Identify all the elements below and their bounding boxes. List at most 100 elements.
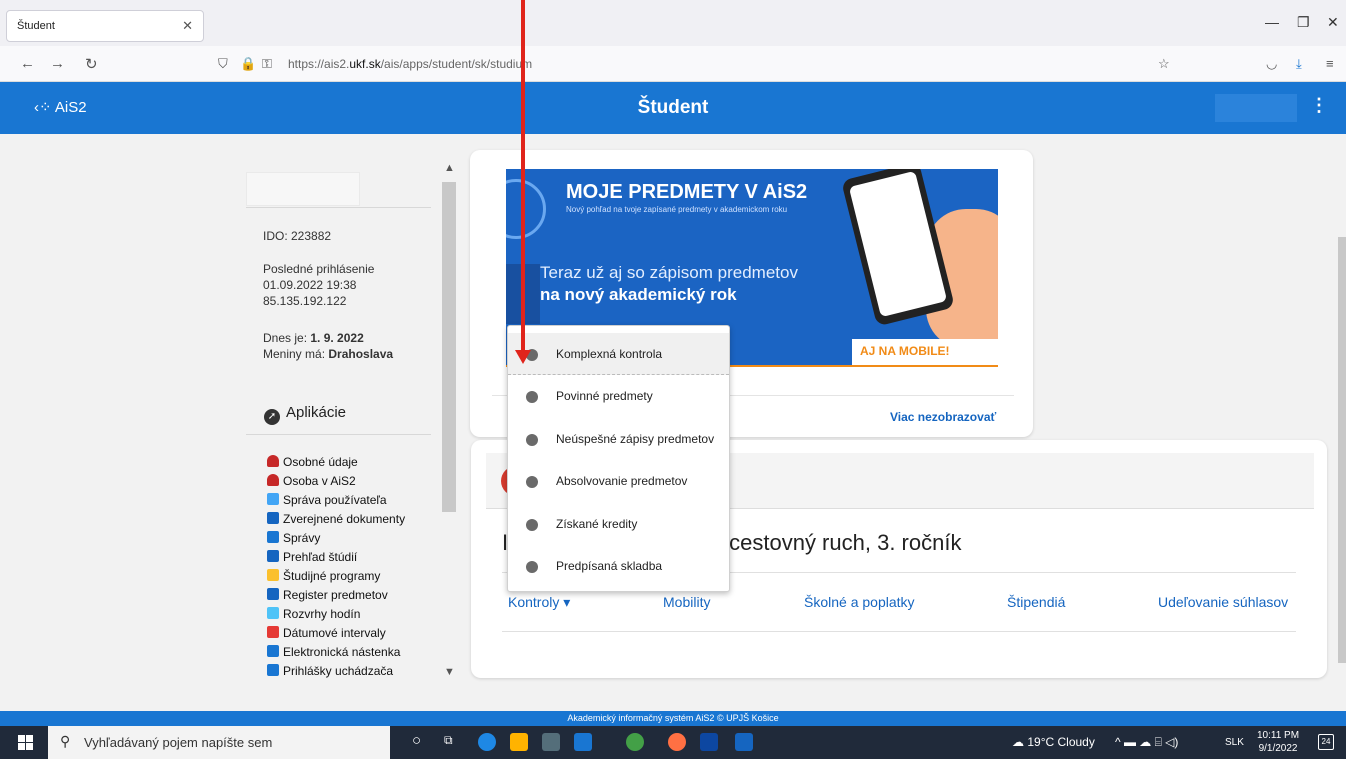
message-icon: [267, 531, 279, 543]
chrome-icon[interactable]: [626, 733, 644, 751]
today-label: Dnes je: 1. 9. 2022: [263, 331, 364, 345]
lock-icon[interactable]: 🔒: [240, 56, 256, 72]
menu-item-ziskane-kredity[interactable]: Získané kredity: [508, 503, 729, 545]
banner-line2: na nový akademický rok: [540, 285, 737, 304]
notification-center-icon[interactable]: 24: [1318, 734, 1334, 750]
tab-udelovanie-suhlasov[interactable]: Udeľovanie súhlasov: [1158, 594, 1288, 610]
sidebar-item-osobne-udaje[interactable]: Osobné údaje: [267, 455, 452, 474]
task-view-icon[interactable]: ⧉: [444, 733, 453, 748]
outlook-icon[interactable]: [700, 733, 718, 751]
person-icon: [267, 455, 279, 467]
tab-skolne-a-poplatky[interactable]: Školné a poplatky: [804, 594, 915, 610]
url-field[interactable]: https://ais2.ukf.sk/ais/apps/student/sk/…: [288, 57, 532, 71]
sidebar-scrollbar[interactable]: [442, 182, 456, 512]
application-icon: [267, 664, 279, 676]
scroll-up-icon[interactable]: ▲: [444, 162, 455, 174]
sidebar-item-osoba-v-ais2[interactable]: Osoba v AiS2: [267, 474, 452, 493]
taskbar-search-input[interactable]: ⚲ Vyhľadávaný pojem napíšte sem: [48, 726, 390, 759]
sidebar-item-register-predmetov[interactable]: Register predmetov: [267, 588, 452, 607]
sidebar-item-rozvrhy-hodin[interactable]: Rozvrhy hodín: [267, 607, 452, 626]
noticeboard-icon: [267, 645, 279, 657]
menu-item-predpisana-skladba[interactable]: Predpísaná skladba: [508, 545, 729, 587]
programs-icon: [267, 569, 279, 581]
banner-subtitle: Nový pohľad na tvoje zapísané predmety v…: [566, 205, 788, 214]
menu-icon[interactable]: ≡: [1326, 56, 1334, 71]
system-tray-icons[interactable]: ^ ▬ ☁ ⌸ ◁): [1115, 735, 1178, 750]
menu-item-neuspesne-zapisy[interactable]: Neúspešné zápisy predmetov: [508, 418, 729, 460]
app-header: ‹⁘ AiS2 Študent ⋮: [0, 82, 1346, 134]
close-tab-icon[interactable]: ✕: [182, 18, 193, 34]
language-indicator[interactable]: SLK: [1225, 737, 1244, 748]
user-menu-button[interactable]: [1215, 94, 1297, 122]
download-icon[interactable]: ⤓: [1296, 56, 1302, 72]
menu-item-absolvovanie-predmetov[interactable]: Absolvovanie predmetov: [508, 460, 729, 502]
org-chart-icon: [267, 493, 279, 505]
compass-icon: ➚: [264, 409, 280, 425]
last-login-date: 01.09.2022 19:38: [263, 278, 357, 292]
bookmark-star-icon[interactable]: ☆: [1158, 56, 1170, 72]
file-explorer-icon[interactable]: [510, 733, 528, 751]
search-icon: ⚲: [60, 733, 71, 749]
phone-illustration: [841, 169, 955, 327]
minimize-icon[interactable]: —: [1265, 14, 1279, 30]
page-scrollbar[interactable]: [1338, 237, 1346, 663]
divider: [502, 631, 1296, 632]
tab-title: Študent: [17, 20, 55, 32]
word-icon[interactable]: [735, 733, 753, 751]
document-icon: [267, 512, 279, 524]
firefox-icon[interactable]: [668, 733, 686, 751]
taskbar: ⚲ Vyhľadávaný pojem napíšte sem ○ ⧉ ☁ 19…: [0, 726, 1346, 759]
pocket-icon[interactable]: ◡: [1266, 56, 1277, 72]
sidebar-item-studijne-programy[interactable]: Študijné programy: [267, 569, 452, 588]
apps-heading: ➚ Aplikácie: [264, 404, 346, 425]
menu-item-komplexna-kontrola[interactable]: Komplexná kontrola: [508, 333, 729, 375]
sidebar-item-prihlasky-uchadzaca[interactable]: Prihlášky uchádzača: [267, 664, 452, 683]
ido-label: IDO: 223882: [263, 229, 332, 243]
cortana-icon[interactable]: ○: [412, 732, 421, 749]
banner-decoration: [506, 179, 546, 239]
browser-tab[interactable]: Študent ✕: [6, 10, 204, 42]
menu-item-povinne-predmety[interactable]: Povinné predmety: [508, 375, 729, 417]
sidebar-item-datumove-intervaly[interactable]: Dátumové intervaly: [267, 626, 452, 645]
sidebar: IDO: 223882 Posledné prihlásenie 01.09.2…: [246, 160, 456, 685]
back-icon[interactable]: ←: [20, 55, 35, 72]
sidebar-item-prehlad-studii[interactable]: Prehľad štúdií: [267, 550, 452, 569]
kontroly-dropdown-menu: Komplexná kontrola Povinné predmety Neús…: [507, 325, 730, 592]
tab-mobility[interactable]: Mobility: [663, 594, 710, 610]
forward-icon[interactable]: →: [50, 55, 65, 72]
person-icon: [267, 474, 279, 486]
dismiss-banner-link[interactable]: Viac nezobrazovať: [890, 410, 996, 424]
restore-icon[interactable]: ❐: [1297, 14, 1310, 31]
clock[interactable]: 10:11 PM 9/1/2022: [1257, 729, 1299, 755]
shield-icon[interactable]: ⛉: [218, 56, 228, 72]
windows-start-icon[interactable]: [18, 735, 33, 750]
store-icon[interactable]: [542, 733, 560, 751]
last-login-ip: 85.135.192.122: [263, 294, 347, 308]
app-footer: Akademický informačný systém AiS2 © UPJŠ…: [0, 711, 1346, 726]
apps-list: Osobné údaje Osoba v AiS2 Správa používa…: [267, 455, 452, 683]
sidebar-item-sprava-pouzivatela[interactable]: Správa používateľa: [267, 493, 452, 512]
sidebar-item-spravy[interactable]: Správy: [267, 531, 452, 550]
kontroly-dropdown-button[interactable]: Kontroly ▾: [508, 594, 570, 611]
user-name-box: [246, 172, 360, 206]
divider: [246, 207, 431, 208]
permissions-icon[interactable]: ⚿: [262, 56, 272, 72]
weather-widget[interactable]: ☁ 19°C Cloudy: [1012, 735, 1095, 749]
timetable-icon: [267, 607, 279, 619]
bullet-icon: [526, 476, 538, 488]
phone-screen: [848, 170, 948, 318]
tab-stipendia[interactable]: Štipendiá: [1007, 594, 1065, 610]
banner-line1: Teraz už aj so zápisom predmetov: [540, 263, 798, 282]
divider: [246, 434, 431, 435]
nameday-label: Meniny má: Drahoslava: [263, 347, 394, 361]
scroll-down-icon[interactable]: ▼: [444, 666, 455, 678]
edge-icon[interactable]: [478, 733, 496, 751]
annotation-arrow-shaft: [521, 0, 525, 355]
sidebar-item-zverejnene-dokumenty[interactable]: Zverejnené dokumenty: [267, 512, 452, 531]
mail-icon[interactable]: [574, 733, 592, 751]
window-close-icon[interactable]: ✕: [1327, 14, 1339, 31]
browser-navbar: ← → ↻ ⛉ 🔒 ⚿ https://ais2.ukf.sk/ais/apps…: [0, 46, 1346, 82]
sidebar-item-elektronicka-nastenka[interactable]: Elektronická nástenka: [267, 645, 452, 664]
reload-icon[interactable]: ↻: [85, 55, 98, 73]
more-vert-icon[interactable]: ⋮: [1310, 95, 1328, 116]
